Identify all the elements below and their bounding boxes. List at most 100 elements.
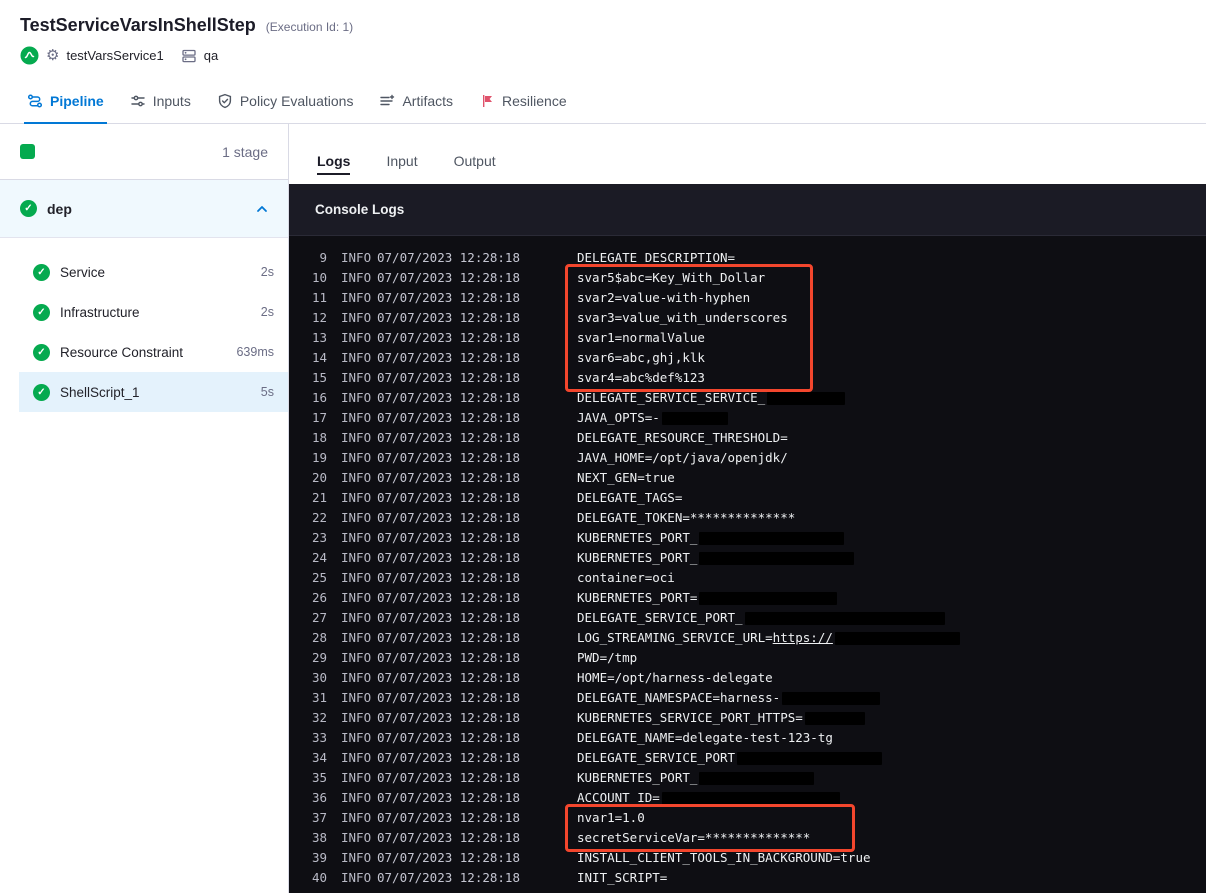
step-row-shellscript-1[interactable]: ✓ ShellScript_1 5s: [19, 372, 288, 412]
tab-resilience[interactable]: Resilience: [466, 78, 580, 123]
log-line: 18 INFO 07/07/2023 12:28:18 DELEGATE_RESOUR…: [289, 428, 1206, 448]
log-line: 30 INFO 07/07/2023 12:28:18 HOME=/opt/harne…: [289, 668, 1206, 688]
log-message: DELEGATE_SERVICE_PORT_: [577, 608, 1206, 628]
service-name: testVarsService1: [66, 48, 164, 63]
log-line: 39 INFO 07/07/2023 12:28:18 INSTALL_CLIENT_…: [289, 848, 1206, 868]
environment-icon: [181, 48, 197, 64]
log-line: 12 INFO 07/07/2023 12:28:18 svar3=value_wit…: [289, 308, 1206, 328]
redaction-box: [834, 632, 960, 645]
log-message: nvar1=1.0: [577, 810, 645, 825]
log-message: svar3=value_with_underscores: [577, 310, 788, 325]
log-line: 27 INFO 07/07/2023 12:28:18 DELEGATE_SERVIC…: [289, 608, 1206, 628]
log-line: 10 INFO 07/07/2023 12:28:18 svar5$abc=Key_W…: [289, 268, 1206, 288]
log-line: 28 INFO 07/07/2023 12:28:18 LOG_STREAMING_S…: [289, 628, 1206, 648]
console-header: Console Logs: [289, 184, 1206, 236]
step-duration: 2s: [260, 305, 274, 319]
console-panel: Console Logs 9 INFO 07/07/2023 12:28:18 DEL…: [289, 184, 1206, 893]
redaction-box: [737, 752, 883, 765]
app-window: TestServiceVarsInShellStep (Execution Id…: [0, 0, 1206, 893]
log-message: DELEGATE_NAME=delegate-test-123-tg: [577, 730, 833, 745]
log-message: svar2=value-with-hyphen: [577, 290, 751, 305]
success-check-icon: ✓: [33, 303, 50, 321]
redaction-box: [744, 612, 945, 625]
log-line: 16 INFO 07/07/2023 12:28:18 DELEGATE_SERVIC…: [289, 388, 1206, 408]
log-line: 21 INFO 07/07/2023 12:28:18 DELEGATE_TAGS=: [289, 488, 1206, 508]
log-line: 29 INFO 07/07/2023 12:28:18 PWD=/tmp: [289, 648, 1206, 668]
log-line: 26 INFO 07/07/2023 12:28:18 KUBERNETES_PORT…: [289, 588, 1206, 608]
log-message: KUBERNETES_PORT=: [577, 588, 1206, 608]
success-check-icon: ✓: [20, 200, 37, 217]
log-link[interactable]: https://: [773, 630, 833, 645]
step-list: ✓ Service 2s ✓ Infrastructure 2s ✓ Resou…: [0, 238, 288, 412]
log-message: DELEGATE_DESCRIPTION=: [577, 250, 736, 265]
step-name: Service: [60, 264, 106, 280]
step-row-infrastructure[interactable]: ✓ Infrastructure 2s: [19, 292, 288, 332]
step-row-service[interactable]: ✓ Service 2s: [19, 252, 288, 292]
step-duration: 639ms: [236, 345, 274, 359]
tab-artifacts[interactable]: Artifacts: [366, 78, 466, 123]
tab-input[interactable]: Input: [386, 153, 417, 184]
redaction-box: [699, 532, 845, 545]
redaction-box: [699, 592, 838, 605]
log-line: 22 INFO 07/07/2023 12:28:18 DELEGATE_TOKEN=…: [289, 508, 1206, 528]
log-message: JAVA_HOME=/opt/java/openjdk/: [577, 450, 788, 465]
log-message: DELEGATE_TOKEN=**************: [577, 510, 796, 525]
log-line: 15 INFO 07/07/2023 12:28:18 svar4=abc%def%1…: [289, 368, 1206, 388]
redaction-box: [699, 552, 855, 565]
success-check-icon: ✓: [33, 383, 50, 401]
log-message: ACCOUNT_ID=: [577, 788, 1206, 808]
log-message: PWD=/tmp: [577, 650, 638, 665]
tab-pipeline[interactable]: Pipeline: [14, 78, 117, 124]
log-message: DELEGATE_NAMESPACE=harness-: [577, 688, 1206, 708]
log-message: container=oci: [577, 570, 675, 585]
tab-label: Artifacts: [402, 92, 454, 109]
log-message: svar4=abc%def%123: [577, 370, 705, 385]
log-message: KUBERNETES_PORT_: [577, 548, 1206, 568]
execution-sidebar: 1 stage ✓ dep ✓ Service 2s ✓ Infrastruct…: [0, 124, 289, 893]
log-body[interactable]: 9 INFO 07/07/2023 12:28:18 DELEGATE_DESCRIP…: [289, 236, 1206, 893]
step-row-resource-constraint[interactable]: ✓ Resource Constraint 639ms: [19, 332, 288, 372]
step-name: Resource Constraint: [60, 344, 184, 360]
tab-policy-evaluations[interactable]: Policy Evaluations: [204, 78, 367, 123]
service-status-icon: [20, 46, 39, 65]
artifacts-icon: [379, 93, 395, 109]
chevron-up-icon[interactable]: [256, 205, 268, 213]
resilience-icon: [479, 93, 495, 109]
log-message: KUBERNETES_PORT_: [577, 528, 1206, 548]
stage-row-dep[interactable]: ✓ dep: [0, 180, 288, 238]
log-message: DELEGATE_RESOURCE_THRESHOLD=: [577, 430, 788, 445]
log-line: 25 INFO 07/07/2023 12:28:18 container=oci: [289, 568, 1206, 588]
gear-icon: ⚙: [46, 47, 60, 64]
tab-label: Pipeline: [50, 92, 104, 109]
log-line: 40 INFO 07/07/2023 12:28:18 INIT_SCRIPT=: [289, 868, 1206, 888]
log-line: 9 INFO 07/07/2023 12:28:18 DELEGATE_DESCRIP…: [289, 248, 1206, 268]
log-line: 33 INFO 07/07/2023 12:28:18 DELEGATE_NAME=d…: [289, 728, 1206, 748]
redaction-box: [782, 692, 881, 705]
step-duration: 2s: [260, 265, 274, 279]
tab-logs[interactable]: Logs: [317, 153, 351, 184]
tab-output[interactable]: Output: [454, 153, 496, 184]
log-line: 19 INFO 07/07/2023 12:28:18 JAVA_HOME=/opt/…: [289, 448, 1206, 468]
execution-id: (Execution Id: 1): [265, 20, 354, 34]
step-details-panel: Logs Input Output Console Logs 9 INFO 07/0…: [289, 124, 1206, 893]
console-title: Console Logs: [315, 202, 405, 217]
page-title: TestServiceVarsInShellStep: [20, 15, 256, 35]
stage-summary: 1 stage: [0, 124, 288, 180]
log-line: 20 INFO 07/07/2023 12:28:18 NEXT_GEN=true: [289, 468, 1206, 488]
step-name: Infrastructure: [60, 304, 140, 320]
log-message: KUBERNETES_SERVICE_PORT_HTTPS=: [577, 708, 1206, 728]
log-message: INSTALL_CLIENT_TOOLS_IN_BACKGROUND=true: [577, 850, 871, 865]
log-line: 17 INFO 07/07/2023 12:28:18 JAVA_OPTS=-: [289, 408, 1206, 428]
tab-inputs[interactable]: Inputs: [117, 78, 204, 123]
log-line: 35 INFO 07/07/2023 12:28:18 KUBERNETES_PORT…: [289, 768, 1206, 788]
log-line: 37 INFO 07/07/2023 12:28:18 nvar1=1.0: [289, 808, 1206, 828]
log-line: 36 INFO 07/07/2023 12:28:18 ACCOUNT_ID=: [289, 788, 1206, 808]
log-message: NEXT_GEN=true: [577, 470, 675, 485]
log-message: LOG_STREAMING_SERVICE_URL=https://: [577, 628, 1206, 648]
log-message: KUBERNETES_PORT_: [577, 768, 1206, 788]
success-check-icon: ✓: [33, 343, 50, 361]
log-message: svar6=abc,ghj,klk: [577, 350, 705, 365]
redaction-box: [661, 412, 728, 425]
pipeline-icon: [27, 93, 43, 109]
inputs-icon: [130, 93, 146, 109]
